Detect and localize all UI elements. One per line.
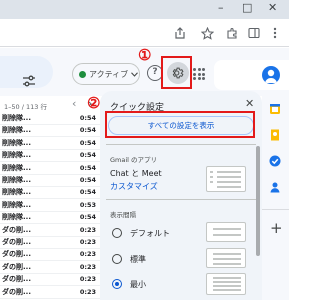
apps-section-label: Gmail のアプリ bbox=[110, 156, 158, 164]
calendar-icon[interactable] bbox=[269, 103, 281, 115]
divider bbox=[106, 144, 256, 145]
density-compact-radio[interactable] bbox=[112, 279, 122, 289]
mail-time: 0:23 bbox=[79, 275, 96, 284]
app-name: Chat と Meet bbox=[110, 169, 162, 178]
mail-row[interactable]: 削除隊... 0:54 bbox=[0, 162, 100, 175]
mail-row[interactable]: ダの削... 0:23 bbox=[0, 261, 100, 274]
mail-list: 1–50 / 113 行 ‹ › 削除隊... 0:54 削除隊... 0:54 削除隊… bbox=[0, 96, 100, 300]
status-selector[interactable]: アクティブ bbox=[72, 63, 140, 85]
mail-subject: 削除隊... bbox=[2, 163, 31, 172]
apps-layout-thumbnail bbox=[206, 166, 246, 192]
density-comfortable-radio[interactable] bbox=[112, 254, 122, 264]
density-default-label: デフォルト bbox=[130, 229, 170, 238]
mail-subject: ダの削... bbox=[2, 262, 31, 271]
mail-row[interactable]: 削除隊... 0:54 bbox=[0, 124, 100, 138]
more-menu-icon[interactable] bbox=[265, 23, 285, 43]
mail-subject: ダの削... bbox=[2, 287, 31, 296]
avatar[interactable] bbox=[262, 66, 280, 84]
sidebar-toggle-icon[interactable] bbox=[244, 23, 264, 43]
mail-time: 0:23 bbox=[79, 250, 96, 259]
browser-toolbar bbox=[0, 19, 289, 47]
list-toolbar: 1–50 / 113 行 ‹ › bbox=[0, 96, 100, 112]
mail-subject: ダの削... bbox=[2, 238, 31, 246]
tune-icon[interactable] bbox=[22, 72, 36, 91]
apps-grid-icon[interactable] bbox=[193, 68, 205, 80]
mail-time: 0:53 bbox=[79, 200, 96, 209]
divider bbox=[106, 199, 256, 200]
mail-row[interactable]: 削除隊... 0:54 bbox=[0, 186, 100, 200]
mail-time: 0:54 bbox=[79, 163, 96, 172]
density-section-label: 表示間隔 bbox=[110, 211, 136, 219]
side-rail: + bbox=[262, 91, 289, 300]
mail-subject: ダの削... bbox=[2, 250, 31, 259]
share-icon[interactable] bbox=[170, 23, 190, 43]
keep-icon[interactable] bbox=[269, 129, 281, 141]
mail-time: 0:54 bbox=[79, 138, 96, 147]
status-label: アクティブ bbox=[89, 69, 129, 79]
window-titlebar: – □ ✕ bbox=[0, 0, 289, 19]
mail-row[interactable]: ダの削... 0:23 bbox=[0, 286, 100, 299]
step-1-marker: ① bbox=[138, 46, 152, 64]
panel-scrollbar[interactable] bbox=[256, 146, 260, 256]
density-compact-label: 最小 bbox=[130, 280, 146, 289]
mail-subject: 削除隊... bbox=[2, 213, 31, 222]
extensions-icon[interactable] bbox=[222, 23, 242, 43]
mail-subject: 削除隊... bbox=[2, 176, 31, 184]
pagination-text: 1–50 / 113 行 bbox=[4, 103, 47, 111]
rail-divider bbox=[262, 209, 289, 210]
step-2-marker: ② bbox=[87, 94, 101, 112]
mail-row[interactable]: ダの削... 0:23 bbox=[0, 273, 100, 287]
close-icon[interactable]: ✕ bbox=[245, 97, 254, 110]
mail-subject: 削除隊... bbox=[2, 138, 31, 147]
mail-time: 0:54 bbox=[79, 114, 96, 122]
mail-subject: 削除隊... bbox=[2, 200, 31, 209]
add-icon[interactable]: + bbox=[270, 219, 283, 237]
mail-row[interactable]: 削除隊... 0:54 bbox=[0, 149, 100, 163]
prev-page-button[interactable]: ‹ bbox=[72, 97, 76, 110]
active-status-dot bbox=[79, 70, 86, 78]
close-window-button[interactable]: ✕ bbox=[268, 1, 277, 15]
bookmark-star-icon[interactable] bbox=[197, 23, 217, 43]
density-default-radio[interactable] bbox=[112, 228, 122, 238]
mail-row[interactable]: 削除隊... 0:54 bbox=[0, 112, 100, 125]
density-default-thumbnail bbox=[206, 222, 246, 242]
mail-time: 0:23 bbox=[79, 262, 96, 271]
search-bar[interactable] bbox=[0, 56, 53, 88]
mail-subject: 削除隊... bbox=[2, 188, 31, 197]
highlight-gear-frame bbox=[161, 56, 192, 89]
density-comfortable-label: 標準 bbox=[130, 255, 146, 264]
mail-row[interactable]: ダの削... 0:23 bbox=[0, 224, 100, 237]
mail-row[interactable]: ダの削... 0:23 bbox=[0, 236, 100, 249]
mail-subject: 削除隊... bbox=[2, 151, 31, 160]
chevron-down-icon bbox=[131, 71, 139, 77]
highlight-settings-button-frame bbox=[105, 111, 255, 138]
mail-time: 0:54 bbox=[79, 176, 96, 184]
mail-time: 0:23 bbox=[79, 225, 96, 234]
mail-row[interactable]: 削除隊... 0:53 bbox=[0, 199, 100, 212]
tasks-icon[interactable] bbox=[269, 155, 281, 167]
minimize-button[interactable]: – bbox=[218, 1, 224, 15]
mail-subject: 削除隊... bbox=[2, 114, 31, 122]
mail-subject: ダの削... bbox=[2, 225, 31, 234]
mail-time: 0:23 bbox=[79, 287, 96, 296]
mail-time: 0:54 bbox=[79, 151, 96, 160]
mail-time: 0:54 bbox=[79, 188, 96, 197]
contacts-icon[interactable] bbox=[269, 181, 281, 193]
restore-button[interactable]: □ bbox=[242, 1, 252, 15]
density-compact-thumbnail bbox=[206, 273, 246, 295]
mail-row[interactable]: 削除隊... 0:54 bbox=[0, 174, 100, 187]
mail-subject: 削除隊... bbox=[2, 126, 31, 135]
density-comfortable-thumbnail bbox=[206, 248, 246, 268]
mail-subject: ダの削... bbox=[2, 275, 31, 284]
customize-link[interactable]: カスタマイズ bbox=[110, 181, 158, 192]
mail-row[interactable]: 削除隊... 0:54 bbox=[0, 211, 100, 225]
mail-time: 0:54 bbox=[79, 213, 96, 222]
mail-time: 0:23 bbox=[79, 238, 96, 246]
mail-row[interactable]: 削除隊... 0:54 bbox=[0, 137, 100, 150]
mail-row[interactable]: ダの削... 0:23 bbox=[0, 248, 100, 262]
mail-time: 0:54 bbox=[79, 126, 96, 135]
